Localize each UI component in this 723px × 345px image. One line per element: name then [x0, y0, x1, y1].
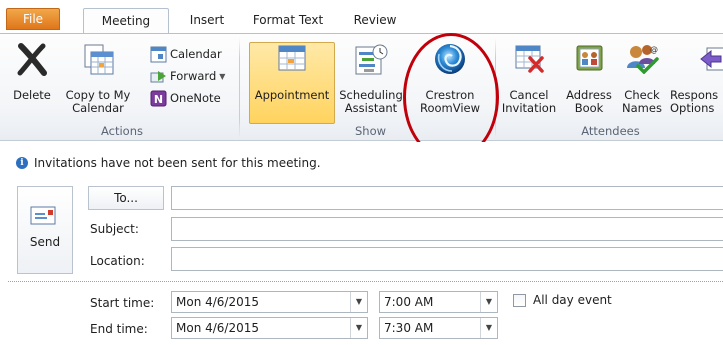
group-label-actions: Actions [100, 124, 143, 138]
subject-field[interactable] [171, 217, 723, 241]
delete-button[interactable]: Delete [10, 36, 54, 122]
svg-text:@: @ [650, 45, 658, 54]
forward-icon [150, 70, 166, 82]
response-options-button[interactable]: Respons Options [668, 36, 723, 122]
crestron-roomview-button[interactable]: Crestron RoomView [408, 36, 492, 122]
scheduling-assistant-button[interactable]: Scheduling Assistant [338, 36, 404, 122]
all-day-label: All day event [533, 293, 612, 307]
copy-to-my-calendar-button[interactable]: Copy to My Calendar [56, 36, 140, 122]
appointment-calendar-icon [278, 45, 306, 71]
start-date-picker[interactable]: Mon 4/6/2015 ▼ [171, 291, 368, 313]
to-field[interactable] [171, 186, 723, 210]
delete-x-icon [17, 43, 47, 76]
forward-button[interactable]: Forward ▼ [150, 66, 225, 86]
address-book-button[interactable]: Address Book [562, 36, 616, 122]
cancel-invitation-icon [515, 45, 544, 73]
info-bar: i Invitations have not been sent for thi… [16, 156, 321, 170]
group-label-attendees: Attendees [581, 124, 640, 138]
tab-insert[interactable]: Insert [176, 8, 238, 33]
onenote-icon: N [150, 90, 167, 106]
dotted-divider [8, 281, 723, 282]
group-label-show: Show [354, 124, 387, 138]
tab-format-text[interactable]: Format Text [245, 8, 331, 33]
chevron-down-icon[interactable]: ▼ [480, 292, 497, 312]
check-names-icon: @ [627, 45, 659, 74]
location-field[interactable] [171, 247, 723, 271]
appointment-button[interactable]: Appointment [249, 36, 335, 122]
chevron-down-icon[interactable]: ▼ [350, 292, 367, 312]
svg-text:N: N [154, 93, 163, 106]
send-envelope-icon [30, 206, 56, 225]
group-separator [495, 38, 496, 138]
scheduling-assistant-icon [355, 44, 388, 75]
send-button[interactable]: Send [17, 186, 73, 274]
forward-dropdown-icon[interactable]: ▼ [219, 72, 225, 81]
tab-file[interactable]: File [6, 8, 60, 30]
all-day-checkbox[interactable] [513, 294, 526, 307]
tab-review[interactable]: Review [335, 8, 415, 33]
copy-calendar-icon [84, 44, 114, 75]
chevron-down-icon[interactable]: ▼ [350, 318, 367, 338]
ribbon-tab-row: File Meeting Insert Format Text Review [0, 0, 723, 33]
end-time-picker[interactable]: 7:30 AM ▼ [379, 317, 498, 339]
location-label: Location: [90, 254, 145, 268]
info-icon: i [16, 157, 28, 169]
meeting-form [0, 142, 723, 345]
crestron-swirl-icon [435, 44, 465, 74]
tab-meeting[interactable]: Meeting [83, 8, 169, 33]
onenote-button[interactable]: N OneNote [150, 88, 221, 108]
chevron-down-icon[interactable]: ▼ [480, 318, 497, 338]
info-message: Invitations have not been sent for this … [34, 156, 321, 170]
calendar-button[interactable]: Calendar [150, 44, 222, 64]
cancel-invitation-button[interactable]: Cancel Invitation [498, 36, 560, 122]
start-time-label: Start time: [90, 296, 155, 310]
end-time-label: End time: [90, 322, 148, 336]
ribbon: Delete Copy to My Calendar Calendar Forw… [0, 33, 723, 141]
end-date-picker[interactable]: Mon 4/6/2015 ▼ [171, 317, 368, 339]
subject-label: Subject: [90, 222, 139, 236]
address-book-icon [576, 45, 603, 71]
start-time-picker[interactable]: 7:00 AM ▼ [379, 291, 498, 313]
response-options-icon [700, 47, 723, 71]
calendar-icon [150, 46, 167, 62]
check-names-button[interactable]: @ Check Names [616, 36, 668, 122]
group-separator [239, 38, 240, 138]
to-button[interactable]: To... [88, 186, 164, 210]
